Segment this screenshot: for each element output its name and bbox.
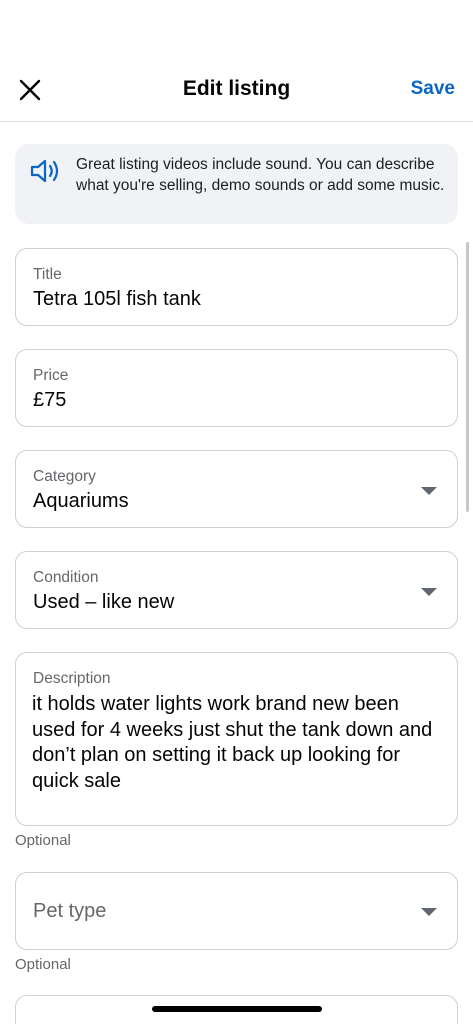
condition-value: Used – like new bbox=[33, 591, 175, 613]
pet-type-helper-text: Optional bbox=[15, 956, 71, 973]
chevron-down-icon bbox=[421, 588, 437, 596]
page-title: Edit listing bbox=[182, 77, 291, 100]
edit-listing-screen: Edit listing Save Great listing videos i… bbox=[0, 0, 473, 1024]
save-button[interactable]: Save bbox=[411, 78, 455, 100]
top-bar: Edit listing Save bbox=[0, 60, 473, 122]
home-indicator[interactable] bbox=[152, 1006, 322, 1012]
description-value[interactable]: it holds water lights work brand new bee… bbox=[32, 692, 442, 794]
price-label: Price bbox=[33, 367, 69, 384]
pet-type-select[interactable]: Pet type bbox=[15, 872, 458, 950]
video-sound-tip-banner: Great listing videos include sound. You … bbox=[15, 144, 458, 224]
price-field[interactable]: Price £75 bbox=[15, 349, 458, 427]
pet-type-placeholder: Pet type bbox=[33, 900, 107, 922]
speaker-icon bbox=[30, 159, 59, 183]
scrollbar[interactable] bbox=[466, 242, 469, 512]
category-select[interactable]: Category Aquariums bbox=[15, 450, 458, 528]
chevron-down-icon bbox=[421, 487, 437, 495]
chevron-down-icon bbox=[421, 908, 437, 916]
title-label: Title bbox=[33, 266, 62, 283]
title-value[interactable]: Tetra 105l fish tank bbox=[33, 288, 201, 311]
description-field[interactable]: Description it holds water lights work b… bbox=[15, 652, 458, 826]
title-field[interactable]: Title Tetra 105l fish tank bbox=[15, 248, 458, 326]
price-value[interactable]: £75 bbox=[33, 389, 66, 412]
tip-text: Great listing videos include sound. You … bbox=[76, 156, 445, 194]
category-value: Aquariums bbox=[33, 490, 129, 512]
description-helper-text: Optional bbox=[15, 832, 71, 849]
condition-select[interactable]: Condition Used – like new bbox=[15, 551, 458, 629]
condition-label: Condition bbox=[33, 569, 99, 586]
category-label: Category bbox=[33, 468, 96, 485]
description-label: Description bbox=[33, 670, 111, 687]
